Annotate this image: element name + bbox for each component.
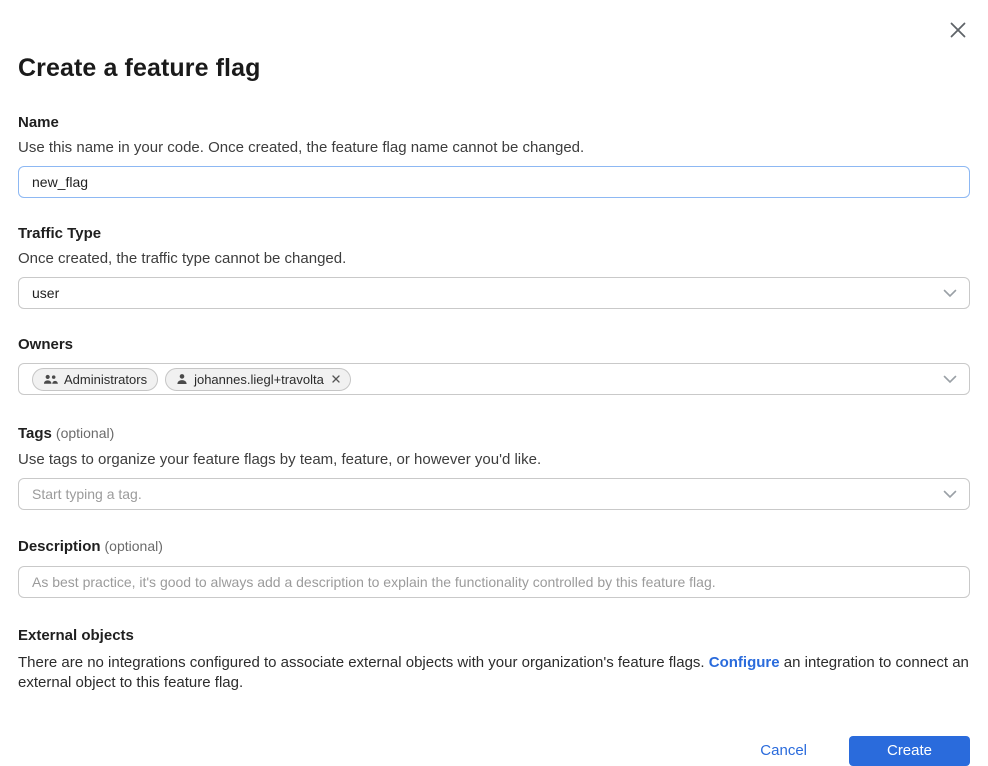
create-button[interactable]: Create [849,736,970,766]
description-section: Description(optional) [18,538,970,598]
chevron-down-icon [943,490,957,499]
chevron-down-icon [943,289,957,298]
tags-select[interactable]: Start typing a tag. [18,478,970,510]
external-text-before: There are no integrations configured to … [18,654,709,671]
description-input[interactable] [18,566,970,598]
owner-chip-administrators[interactable]: Administrators [32,368,158,391]
traffic-type-label: Traffic Type [18,225,970,242]
owners-label: Owners [18,336,970,353]
owner-chip-label: johannes.liegl+travolta [194,372,324,387]
close-button[interactable] [944,16,972,44]
name-section: Name Use this name in your code. Once cr… [18,114,970,198]
external-objects-section: External objects There are no integratio… [18,627,970,693]
tags-label: Tags [18,425,52,442]
description-label: Description [18,538,101,555]
name-label: Name [18,114,970,131]
traffic-type-selected-value: user [32,285,59,301]
remove-owner-icon[interactable] [332,375,340,383]
owners-chips: Administrators johannes.liegl+travolta [32,368,943,391]
tags-optional-label: (optional) [56,425,114,441]
traffic-type-helper-text: Once created, the traffic type cannot be… [18,250,970,267]
configure-link[interactable]: Configure [709,654,780,671]
tags-placeholder: Start typing a tag. [32,486,142,502]
close-icon [948,20,968,40]
external-objects-text: There are no integrations configured to … [18,653,970,693]
owner-chip-user[interactable]: johannes.liegl+travolta [165,368,351,391]
person-icon [176,373,188,385]
group-icon [43,373,58,385]
chevron-down-icon [943,375,957,384]
owners-section: Owners Administrators johannes.liegl+tra… [18,336,970,395]
description-optional-label: (optional) [105,538,163,554]
external-objects-label: External objects [18,627,970,644]
tags-section: Tags(optional) Use tags to organize your… [18,425,970,510]
owners-select[interactable]: Administrators johannes.liegl+travolta [18,363,970,395]
name-input[interactable] [18,166,970,198]
create-feature-flag-modal: Create a feature flag Name Use this name… [0,0,988,763]
traffic-type-select[interactable]: user [18,277,970,309]
modal-footer: Cancel Create [18,736,970,766]
name-helper-text: Use this name in your code. Once created… [18,139,970,156]
cancel-button[interactable]: Cancel [760,742,807,759]
owner-chip-label: Administrators [64,372,147,387]
page-title: Create a feature flag [18,0,970,83]
traffic-type-section: Traffic Type Once created, the traffic t… [18,225,970,309]
tags-helper-text: Use tags to organize your feature flags … [18,451,970,468]
